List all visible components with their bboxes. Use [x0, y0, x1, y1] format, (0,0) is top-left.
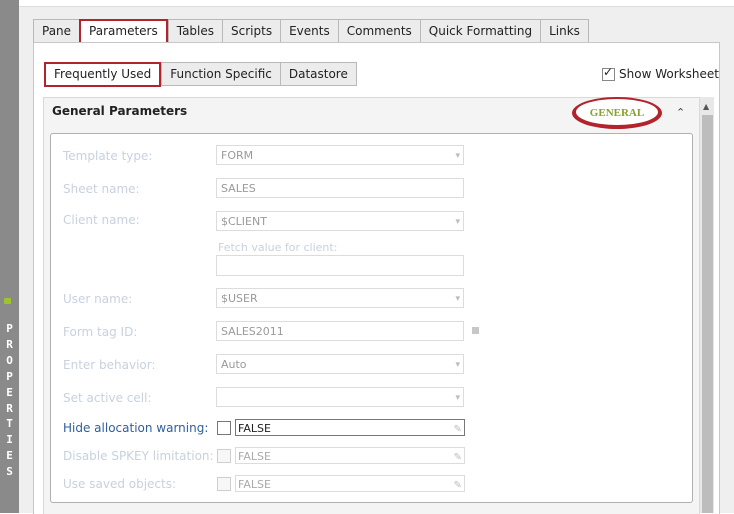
enter-behavior-select[interactable]: Auto: [216, 354, 464, 375]
hide-allocation-value: FALSE: [238, 422, 271, 435]
tab-comments[interactable]: Comments: [337, 19, 420, 43]
chevron-up-icon[interactable]: ⌃: [676, 106, 685, 119]
sidebar-label: P R O P E R T I E S: [0, 321, 19, 480]
sidebar-letter: R: [6, 337, 13, 351]
pencil-icon[interactable]: ✎: [454, 477, 462, 494]
template-type-label: Template type:: [63, 149, 153, 163]
pencil-icon[interactable]: ✎: [454, 421, 462, 438]
check-icon: ✓: [603, 64, 614, 79]
subtab-function-specific[interactable]: Function Specific: [161, 62, 280, 86]
use-saved-objects-input[interactable]: FALSE ✎: [235, 475, 465, 492]
top-strip: [19, 0, 734, 7]
tab-pane[interactable]: Pane: [33, 19, 80, 43]
subtab-frequently-used[interactable]: Frequently Used: [44, 62, 162, 87]
form-tag-indicator-icon: [472, 327, 479, 334]
show-worksheet-toggle[interactable]: ✓ Show Worksheet: [602, 64, 719, 81]
sidebar-letter: E: [6, 449, 13, 463]
use-saved-objects-checkbox[interactable]: [217, 477, 231, 491]
user-name-select[interactable]: $USER: [216, 288, 464, 309]
sidebar-pin-icon[interactable]: [4, 298, 11, 304]
hide-allocation-input[interactable]: FALSE ✎: [235, 419, 465, 436]
general-badge: GENERAL: [572, 97, 662, 129]
disable-spkey-checkbox[interactable]: [217, 449, 231, 463]
sheet-name-label: Sheet name:: [63, 182, 140, 196]
sidebar-letter: E: [6, 385, 13, 399]
set-active-cell-select[interactable]: [216, 387, 464, 408]
disable-spkey-value: FALSE: [238, 450, 271, 463]
tab-links[interactable]: Links: [540, 19, 589, 43]
form-tag-id-input[interactable]: SALES2011: [216, 321, 464, 341]
disable-spkey-input[interactable]: FALSE ✎: [235, 447, 465, 464]
sidebar-letter: O: [6, 353, 13, 367]
enter-behavior-label: Enter behavior:: [63, 358, 156, 372]
tab-tables[interactable]: Tables: [167, 19, 223, 43]
hide-allocation-label: Hide allocation warning:: [63, 421, 209, 435]
section-title: General Parameters: [52, 104, 188, 118]
form-tag-id-label: Form tag ID:: [63, 325, 138, 339]
show-worksheet-label: Show Worksheet: [619, 67, 719, 81]
fetch-value-label: Fetch value for client:: [218, 241, 338, 254]
hide-allocation-checkbox[interactable]: [217, 421, 231, 435]
client-name-label: Client name:: [63, 213, 140, 227]
main-tabs: Pane Parameters Tables Scripts Events Co…: [33, 19, 589, 44]
tab-scripts[interactable]: Scripts: [222, 19, 281, 43]
sidebar-letter: P: [6, 322, 13, 335]
tab-parameters[interactable]: Parameters: [79, 19, 168, 44]
sheet-name-input[interactable]: SALES: [216, 178, 464, 198]
badge-text: GENERAL: [590, 107, 644, 119]
tab-quick-formatting[interactable]: Quick Formatting: [419, 19, 541, 43]
sidebar-letter: S: [6, 465, 13, 479]
show-worksheet-checkbox[interactable]: ✓: [602, 64, 615, 81]
subtab-datastore[interactable]: Datastore: [279, 62, 357, 86]
sub-tabs: Frequently Used Function Specific Datast…: [44, 62, 357, 87]
vertical-scrollbar[interactable]: ▲: [700, 97, 714, 513]
tab-events[interactable]: Events: [280, 19, 338, 43]
sidebar-letter: R: [6, 401, 13, 415]
disable-spkey-label: Disable SPKEY limitation:: [63, 449, 214, 463]
sidebar-letter: P: [6, 369, 13, 383]
sidebar-letter: I: [6, 433, 13, 447]
user-name-label: User name:: [63, 292, 133, 306]
properties-sidebar[interactable]: P R O P E R T I E S: [0, 0, 19, 513]
use-saved-objects-value: FALSE: [238, 478, 271, 491]
set-active-cell-label: Set active cell:: [63, 391, 152, 405]
scroll-up-icon[interactable]: ▲: [703, 102, 709, 111]
pencil-icon[interactable]: ✎: [454, 449, 462, 466]
sidebar-letter: T: [6, 417, 13, 431]
use-saved-objects-label: Use saved objects:: [63, 477, 177, 491]
scrollbar-thumb[interactable]: [702, 115, 713, 513]
client-name-select[interactable]: $CLIENT: [216, 211, 464, 232]
template-type-select[interactable]: FORM: [216, 145, 464, 166]
fetch-value-input[interactable]: [216, 255, 464, 276]
